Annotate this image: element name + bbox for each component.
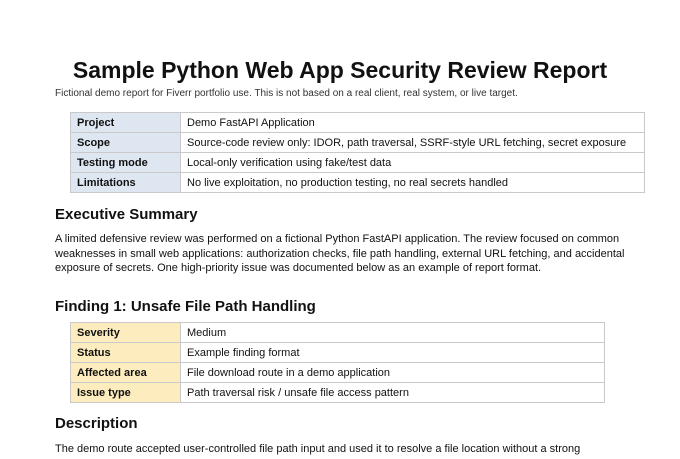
description-heading: Description [55, 415, 138, 432]
report-subtitle: Fictional demo report for Fiverr portfol… [55, 88, 518, 99]
finding-value-affected-area: File download route in a demo applicatio… [180, 362, 605, 383]
overview-value-limitations: No live exploitation, no production test… [180, 172, 645, 193]
finding-value-severity: Medium [180, 322, 605, 343]
table-row: Scope Source-code review only: IDOR, pat… [70, 132, 645, 153]
table-row: Status Example finding format [70, 342, 605, 363]
finding-key-status: Status [70, 342, 181, 363]
finding-value-issue-type: Path traversal risk / unsafe file access… [180, 382, 605, 403]
table-row: Testing mode Local-only verification usi… [70, 152, 645, 173]
table-row: Severity Medium [70, 322, 605, 343]
finding-heading: Finding 1: Unsafe File Path Handling [55, 298, 316, 315]
overview-key-scope: Scope [70, 132, 181, 153]
overview-table: Project Demo FastAPI Application Scope S… [70, 112, 645, 193]
table-row: Project Demo FastAPI Application [70, 112, 645, 133]
overview-key-limitations: Limitations [70, 172, 181, 193]
report-page: Sample Python Web App Security Review Re… [0, 0, 680, 459]
table-row: Issue type Path traversal risk / unsafe … [70, 382, 605, 403]
overview-value-scope: Source-code review only: IDOR, path trav… [180, 132, 645, 153]
finding-value-status: Example finding format [180, 342, 605, 363]
overview-key-testing-mode: Testing mode [70, 152, 181, 173]
finding-key-issue-type: Issue type [70, 382, 181, 403]
finding-table: Severity Medium Status Example finding f… [70, 322, 605, 403]
table-row: Affected area File download route in a d… [70, 362, 605, 383]
executive-summary-text: A limited defensive review was performed… [55, 233, 625, 274]
finding-key-severity: Severity [70, 322, 181, 343]
overview-value-project: Demo FastAPI Application [180, 112, 645, 133]
finding-key-affected-area: Affected area [70, 362, 181, 383]
table-row: Limitations No live exploitation, no pro… [70, 172, 645, 193]
executive-summary-heading: Executive Summary [55, 206, 198, 223]
description-text: The demo route accepted user-controlled … [55, 443, 581, 455]
overview-key-project: Project [70, 112, 181, 133]
overview-value-testing-mode: Local-only verification using fake/test … [180, 152, 645, 173]
report-title: Sample Python Web App Security Review Re… [72, 57, 608, 83]
